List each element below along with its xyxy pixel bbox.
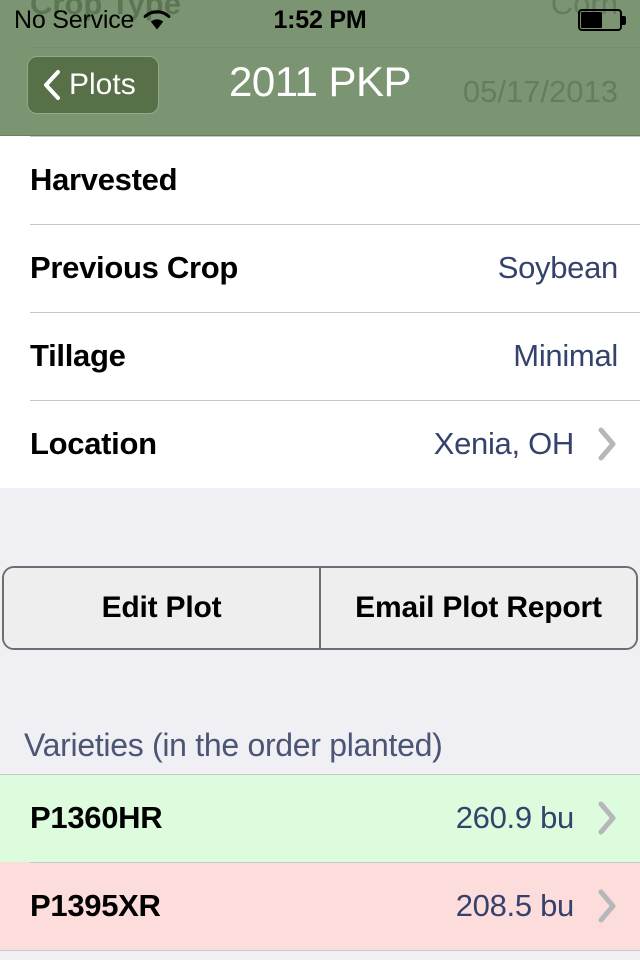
table-row-harvested[interactable]: Harvested [0, 136, 640, 224]
section-gap [0, 488, 640, 560]
plot-actions-section: Edit Plot Email Plot Report [0, 560, 640, 656]
segmented-control[interactable]: Edit Plot Email Plot Report [2, 566, 638, 650]
variety-name: P1395XR [30, 888, 161, 923]
edit-plot-button[interactable]: Edit Plot [4, 568, 319, 648]
app-screen: Crop Type Corn Planted 05/17/2013 No Ser… [0, 0, 640, 960]
row-separator [0, 950, 640, 951]
chevron-right-icon [596, 888, 618, 924]
variety-yield: 260.9 bu [455, 800, 575, 835]
row-value: Xenia, OH [433, 426, 575, 461]
row-value: Minimal [513, 338, 618, 373]
row-separator [30, 224, 640, 225]
row-label: Tillage [30, 338, 126, 373]
row-label: Location [30, 426, 157, 461]
chevron-right-icon [596, 426, 618, 462]
status-bar: No Service 1:52 PM [0, 0, 640, 40]
row-label: Harvested [30, 162, 178, 197]
table-row-variety[interactable]: P1360HR 260.9 bu [0, 774, 640, 862]
section-header-label: Varieties (in the order planted) [24, 727, 443, 763]
row-separator [0, 774, 640, 775]
battery-cap [622, 16, 626, 25]
plot-details-group: Harvested Previous Crop Soybean Tillage … [0, 136, 640, 488]
row-value: Soybean [497, 250, 619, 285]
section-gap [0, 656, 640, 702]
row-label: Previous Crop [30, 250, 238, 285]
row-separator [30, 400, 640, 401]
email-plot-report-button[interactable]: Email Plot Report [321, 568, 636, 648]
battery-icon [578, 9, 626, 31]
navbar-hairline [0, 135, 640, 136]
table-row-location[interactable]: Location Xenia, OH [0, 400, 640, 488]
battery-fill [581, 12, 602, 28]
variety-yield: 208.5 bu [455, 888, 575, 923]
page-title: 2011 PKP [228, 58, 412, 105]
variety-name: P1360HR [30, 800, 163, 835]
main-content[interactable]: Harvested Previous Crop Soybean Tillage … [0, 136, 640, 960]
navigation-bar: No Service 1:52 PM Plots 2011 PKP [0, 0, 640, 136]
row-separator [30, 312, 640, 313]
row-separator [30, 862, 640, 863]
table-row-variety[interactable]: P1395XR 208.5 bu [0, 862, 640, 950]
clock-label: 1:52 PM [273, 6, 367, 34]
table-row-tillage[interactable]: Tillage Minimal [0, 312, 640, 400]
row-separator [30, 136, 640, 137]
chevron-right-icon [596, 800, 618, 836]
varieties-section-header: Varieties (in the order planted) [0, 702, 640, 774]
table-row-previous-crop[interactable]: Previous Crop Soybean [0, 224, 640, 312]
table-row-variety-partial[interactable] [0, 950, 640, 960]
